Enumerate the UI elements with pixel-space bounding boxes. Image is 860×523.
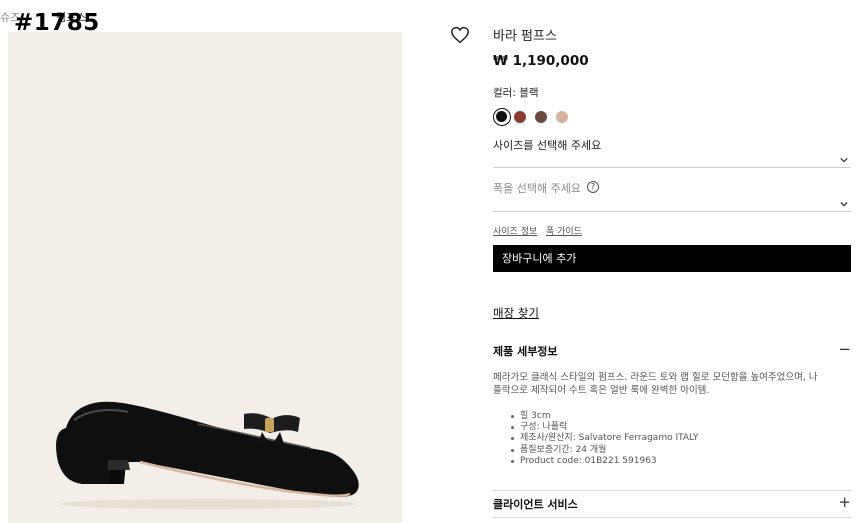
product-image: [8, 32, 402, 523]
image-id-label: #1785: [14, 10, 100, 36]
spec-item: 구성: 나플락: [511, 422, 851, 433]
spec-item: 품질보증기간: 24 개월: [511, 445, 851, 456]
client-service-toggle[interactable]: 클라이언트 서비스 +: [493, 493, 851, 516]
color-label: 컬러: 블랙: [493, 87, 539, 99]
spec-item: Product code: 01B221 591963: [511, 456, 851, 467]
product-price: ₩ 1,190,000: [493, 53, 589, 69]
add-to-cart-button[interactable]: 장바구니에 추가: [493, 245, 851, 272]
width-select-label: 폭을 선택해 주세요: [493, 182, 581, 195]
question-icon[interactable]: ?: [587, 181, 599, 193]
expand-icon: +: [838, 493, 851, 511]
swatch-black[interactable]: [493, 108, 511, 126]
size-info-link[interactable]: 사이즈 정보: [493, 224, 537, 237]
product-title: 바라 펌프스: [493, 29, 557, 44]
width-select[interactable]: 폭을 선택해 주세요 ?: [493, 180, 851, 212]
client-service-heading: 클라이언트 서비스: [493, 498, 578, 511]
swatch-nude[interactable]: [556, 111, 568, 123]
shoe-photo: [56, 401, 359, 509]
collapse-icon: −: [838, 340, 851, 358]
product-details-toggle[interactable]: 제품 세부정보 −: [493, 340, 851, 363]
swatch-brown[interactable]: [535, 111, 547, 123]
divider: [493, 490, 851, 491]
swatch-red[interactable]: [514, 111, 526, 123]
product-description: 페라가모 클래식 스타일의 펌프스. 라운드 토와 랩 힐로 모던함을 높여주었…: [493, 371, 851, 397]
heart-icon[interactable]: [450, 26, 470, 44]
product-details-heading: 제품 세부정보: [493, 345, 558, 358]
description-line: 플락으로 제작되어 수트 혹은 얼반 룩에 완벽한 아이템.: [493, 385, 710, 396]
description-line: 페라가모 클래식 스타일의 펌프스. 라운드 토와 랩 힐로 모던함을 높여주었…: [493, 372, 818, 383]
spec-list: 힐 3cm 구성: 나플락 제조사/원산지: Salvatore Ferraga…: [511, 411, 851, 467]
color-swatches: [493, 108, 593, 128]
chevron-down-icon: [840, 201, 848, 207]
spec-item: 제조사/원산지: Salvatore Ferragamo ITALY: [511, 433, 851, 444]
spec-item: 힐 3cm: [511, 411, 851, 422]
chevron-down-icon: [840, 157, 848, 163]
store-finder-link[interactable]: 매장 찾기: [493, 305, 539, 321]
size-select-label: 사이즈를 선택해 주세요: [493, 139, 602, 152]
width-guide-link[interactable]: 폭 가이드: [546, 224, 582, 237]
size-select[interactable]: 사이즈를 선택해 주세요: [493, 137, 851, 168]
divider: [493, 517, 851, 518]
